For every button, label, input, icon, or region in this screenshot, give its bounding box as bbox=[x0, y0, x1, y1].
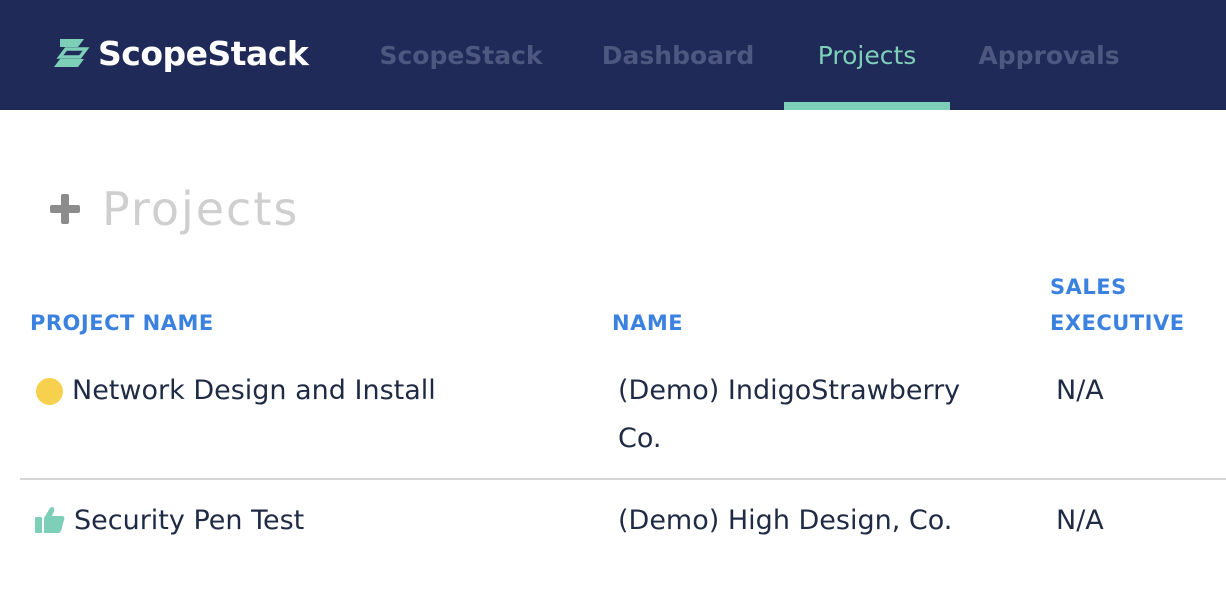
client-name: (Demo) IndigoStrawberry bbox=[618, 375, 961, 406]
active-tab-indicator bbox=[784, 102, 950, 110]
column-header-sales-executive-line1[interactable]: SALES bbox=[1050, 269, 1127, 305]
client-name-continued: Co. bbox=[618, 423, 662, 454]
scopestack-logo-icon bbox=[54, 39, 90, 67]
project-name-link[interactable]: Security Pen Test bbox=[74, 497, 304, 545]
nav-item-scopestack[interactable]: ScopeStack bbox=[370, 0, 552, 110]
column-header-sales-executive-line2[interactable]: EXECUTIVE bbox=[1050, 305, 1185, 341]
sales-executive: N/A bbox=[1056, 375, 1104, 406]
brand-name: ScopeStack bbox=[98, 33, 309, 73]
client-name: (Demo) High Design, Co. bbox=[618, 505, 953, 536]
thumbs-up-icon bbox=[35, 507, 65, 533]
project-name-link[interactable]: Network Design and Install bbox=[72, 367, 436, 415]
page-title: Projects bbox=[102, 182, 300, 236]
column-header-name[interactable]: NAME bbox=[612, 305, 683, 341]
nav-item-projects[interactable]: Projects bbox=[784, 0, 950, 110]
yellow-dot-icon bbox=[36, 378, 63, 405]
nav-item-dashboard[interactable]: Dashboard bbox=[596, 0, 760, 110]
add-project-plus-icon[interactable] bbox=[48, 192, 82, 226]
page-heading: Projects bbox=[48, 182, 299, 236]
top-navbar: ScopeStack ScopeStack Dashboard Projects… bbox=[0, 0, 1226, 110]
column-header-project-name[interactable]: PROJECT NAME bbox=[30, 305, 214, 341]
sales-executive: N/A bbox=[1056, 505, 1104, 536]
nav-item-approvals[interactable]: Approvals bbox=[972, 0, 1126, 110]
row-divider bbox=[20, 478, 1226, 480]
brand[interactable]: ScopeStack bbox=[52, 30, 309, 76]
